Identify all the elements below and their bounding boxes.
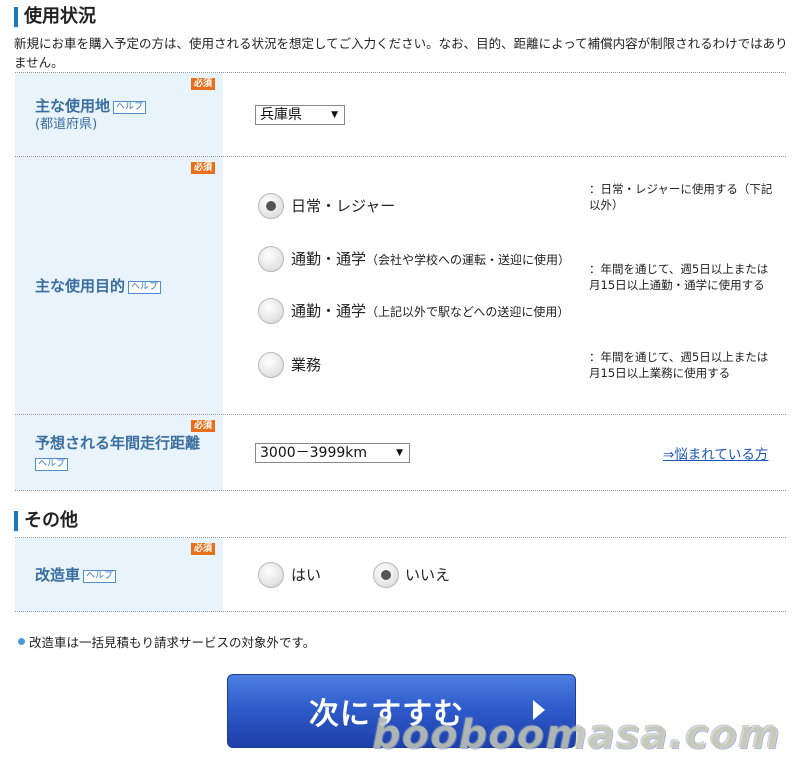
modified-option-no[interactable]: いいえ	[405, 565, 450, 585]
location-select-value: 兵庫県	[260, 107, 302, 123]
modified-label-text: 改造車	[35, 565, 81, 584]
purpose-option-business[interactable]: 業務	[291, 355, 321, 375]
location-field-cell: 兵庫県 ▼	[223, 73, 786, 156]
other-form-table: 必須 改造車 ヘルプ はい いいえ	[15, 537, 786, 612]
required-badge: 必須	[190, 543, 215, 555]
other-section-heading: その他	[14, 511, 78, 531]
usage-form-table: 必須 主な使用地 ヘルプ (都道府県) 兵庫県 ▼ 必須 主な使用目的 ヘルプ 日常…	[15, 72, 786, 491]
purpose-radio-commute-other[interactable]	[258, 298, 284, 324]
purpose-label-text: 主な使用目的	[35, 276, 126, 295]
required-badge: 必須	[190, 162, 215, 174]
distance-field-cell: 3000－3999km ▼ ⇒悩まれている方	[223, 415, 786, 490]
watermark: booboomasa.com	[372, 712, 781, 758]
modified-radio-yes[interactable]	[258, 562, 284, 588]
purpose-option-commute-other-label: 通勤・通学	[291, 302, 367, 320]
purpose-row: 必須 主な使用目的 ヘルプ 日常・レジャー 通勤・通学（会社や学校への運転・送迎に…	[15, 157, 786, 415]
modified-help-link[interactable]: ヘルプ	[83, 569, 117, 583]
distance-label: 予想される年間走行距離	[35, 434, 201, 452]
purpose-option-commute[interactable]: 通勤・通学（会社や学校への運転・送迎に使用）	[291, 249, 570, 270]
required-badge: 必須	[190, 78, 215, 90]
purpose-radio-daily[interactable]	[258, 193, 284, 219]
purpose-help-link[interactable]: ヘルプ	[128, 280, 162, 294]
purpose-label: 主な使用目的 ヘルプ	[35, 276, 223, 296]
chevron-down-icon: ▼	[331, 110, 338, 120]
purpose-label-cell: 必須 主な使用目的 ヘルプ	[15, 157, 223, 414]
usage-section-heading: 使用状況	[14, 7, 96, 27]
purpose-note-business: ：年間を通じて、週5日以上または月15日以上業務に使用する	[589, 350, 769, 380]
required-badge: 必須	[190, 420, 215, 432]
modified-option-yes[interactable]: はい	[291, 565, 321, 585]
modified-field-cell: はい いいえ	[223, 538, 786, 611]
location-row: 必須 主な使用地 ヘルプ (都道府県) 兵庫県 ▼	[15, 73, 786, 157]
purpose-option-commute-other-paren: （上記以外で駅などへの送迎に使用）	[366, 305, 570, 319]
purpose-option-commute-label: 通勤・通学	[291, 250, 367, 268]
modified-label-cell: 必須 改造車 ヘルプ	[15, 538, 223, 611]
purpose-option-daily-label: 日常・レジャー	[291, 197, 396, 215]
purpose-note-daily: ：日常・レジャーに使用する（下記以外）	[589, 182, 773, 212]
purpose-option-commute-other[interactable]: 通勤・通学（上記以外で駅などへの送迎に使用）	[291, 301, 569, 322]
modified-radio-no[interactable]	[373, 562, 399, 588]
purpose-field-cell: 日常・レジャー 通勤・通学（会社や学校への運転・送迎に使用） 通勤・通学（上記以…	[223, 157, 786, 414]
bullet-icon	[18, 638, 25, 645]
purpose-note-commute: ：年間を通じて、週5日以上または月15日以上通勤・通学に使用する	[589, 262, 769, 292]
location-select[interactable]: 兵庫県 ▼	[255, 105, 345, 125]
distance-help-link[interactable]: ヘルプ	[35, 458, 69, 471]
purpose-option-daily[interactable]: 日常・レジャー	[291, 196, 395, 216]
location-label: 主な使用地 ヘルプ	[35, 96, 223, 116]
modified-label: 改造車 ヘルプ	[35, 565, 223, 585]
distance-select[interactable]: 3000－3999km ▼	[255, 443, 410, 463]
modified-note-text: 改造車は一括見積もり請求サービスの対象外です。	[29, 635, 316, 650]
undecided-help-link[interactable]: ⇒悩まれている方	[663, 443, 768, 463]
location-label-text: 主な使用地	[35, 96, 111, 115]
purpose-option-business-label: 業務	[291, 356, 322, 374]
purpose-option-commute-paren: （会社や学校への運転・送迎に使用）	[366, 253, 571, 267]
distance-label-cell: 必須 予想される年間走行距離 ヘルプ	[15, 415, 223, 490]
purpose-radio-commute[interactable]	[258, 246, 284, 272]
distance-select-value: 3000－3999km	[260, 445, 368, 461]
location-label-cell: 必須 主な使用地 ヘルプ (都道府県)	[15, 73, 223, 156]
purpose-radio-business[interactable]	[258, 352, 284, 378]
chevron-down-icon: ▼	[396, 448, 403, 458]
modified-row: 必須 改造車 ヘルプ はい いいえ	[15, 538, 786, 612]
distance-row: 必須 予想される年間走行距離 ヘルプ 3000－3999km ▼ ⇒悩まれている…	[15, 415, 786, 491]
modified-note: 改造車は一括見積もり請求サービスの対象外です。	[18, 632, 315, 651]
usage-intro-text: 新規にお車を購入予定の方は、使用される状況を想定してご入力ください。なお、目的、…	[14, 36, 788, 70]
location-help-link[interactable]: ヘルプ	[113, 100, 147, 114]
location-sublabel: (都道府県)	[35, 116, 98, 132]
